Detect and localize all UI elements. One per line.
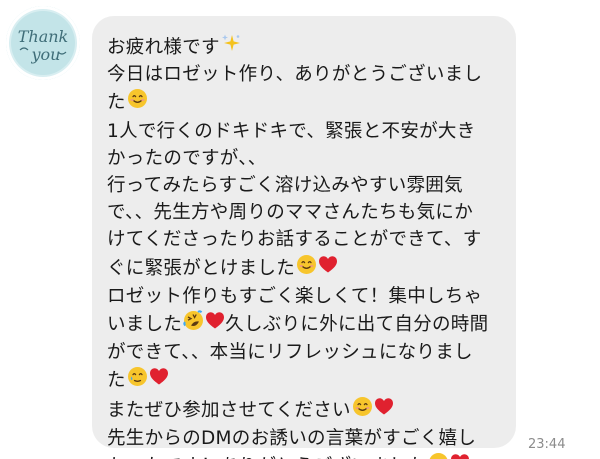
heart-icon [374, 397, 394, 424]
message-text: けてくださったりお話することができて、す [107, 229, 482, 251]
message-text: 先生からのDMのお誘いの言葉がすごく嬉し [107, 427, 477, 449]
message-line: た [107, 366, 508, 395]
message-text: た [107, 370, 126, 392]
heart-icon [318, 255, 338, 282]
message-line: ができて、、本当にリフレッシュになりまし [107, 339, 508, 366]
message-timestamp: 23:44 [528, 437, 566, 452]
message-text: ぐに緊張がとけました [107, 257, 296, 279]
message-text: ロゼット作りもすごく楽しくて！集中しちゃ [107, 285, 483, 307]
smiling-face-icon [127, 88, 148, 117]
message-text: またぜひ参加させてください [107, 399, 351, 421]
smiling-face-icon [352, 396, 373, 425]
message-line: お疲れ様です [107, 33, 508, 61]
sender-avatar[interactable]: Thank you [6, 6, 80, 80]
message-bubble[interactable]: お疲れ様です今日はロゼット作り、ありがとうございました 1人で行くのドキドキで、緊… [92, 16, 516, 459]
message-text: ができて、、本当にリフレッシュになりまし [107, 342, 473, 364]
message-text: た [107, 92, 126, 114]
message-line: 先生からのDMのお誘いの言葉がすごく嬉し [107, 425, 508, 452]
avatar-text-line2: you [31, 45, 61, 64]
message-line: けてくださったりお話することができて、す [107, 226, 508, 253]
avatar-text-line1: Thank [18, 27, 69, 46]
message-line: かったです！ありがとうございました [107, 452, 508, 459]
thank-you-sticker-icon: Thank you [7, 7, 79, 79]
message-text: 1人で行くのドキドキで、緊張と不安が大き [107, 120, 476, 142]
message-text: 行ってみたらすごく溶け込みやすい雰囲気 [107, 175, 463, 197]
heart-icon [149, 367, 169, 394]
smiling-face-icon [296, 254, 317, 283]
message-text: いました [107, 314, 183, 336]
message-line: ぐに緊張がとけました [107, 254, 508, 283]
message-line: 行ってみたらすごく溶け込みやすい雰囲気 [107, 172, 508, 199]
message-line: かったのですが、、 [107, 145, 508, 172]
rolling-laughing-icon [183, 310, 204, 339]
message-line: た [107, 88, 508, 117]
message-text: かったです！ありがとうございました [107, 453, 427, 459]
message-line: いました 久しぶりに外に出て自分の時間 [107, 310, 508, 339]
message-line: ロゼット作りもすごく楽しくて！集中しちゃ [107, 283, 508, 310]
sparkles-icon [221, 33, 241, 61]
heart-icon [205, 311, 225, 338]
message-text: 久しぶりに外に出て自分の時間 [225, 314, 489, 336]
happy-tear-icon [127, 366, 148, 395]
message-text: で、、先生方や周りのママさんたちも気にか [107, 202, 474, 224]
heart-icon [450, 453, 470, 459]
message-text: 今日はロゼット作り、ありがとうございまし [107, 64, 483, 86]
smiling-face-icon [428, 452, 449, 459]
message-line: またぜひ参加させてください [107, 396, 508, 425]
message-text: お疲れ様です [107, 36, 220, 58]
message-line: 1人で行くのドキドキで、緊張と不安が大き [107, 118, 508, 145]
message-line: 今日はロゼット作り、ありがとうございまし [107, 61, 508, 88]
message-line: で、、先生方や周りのママさんたちも気にか [107, 199, 508, 226]
chat-screen: Thank you お疲れ様です今日はロゼット作り、ありがとうございました 1人で… [0, 0, 600, 459]
message-text: かったのですが、、 [107, 147, 267, 169]
